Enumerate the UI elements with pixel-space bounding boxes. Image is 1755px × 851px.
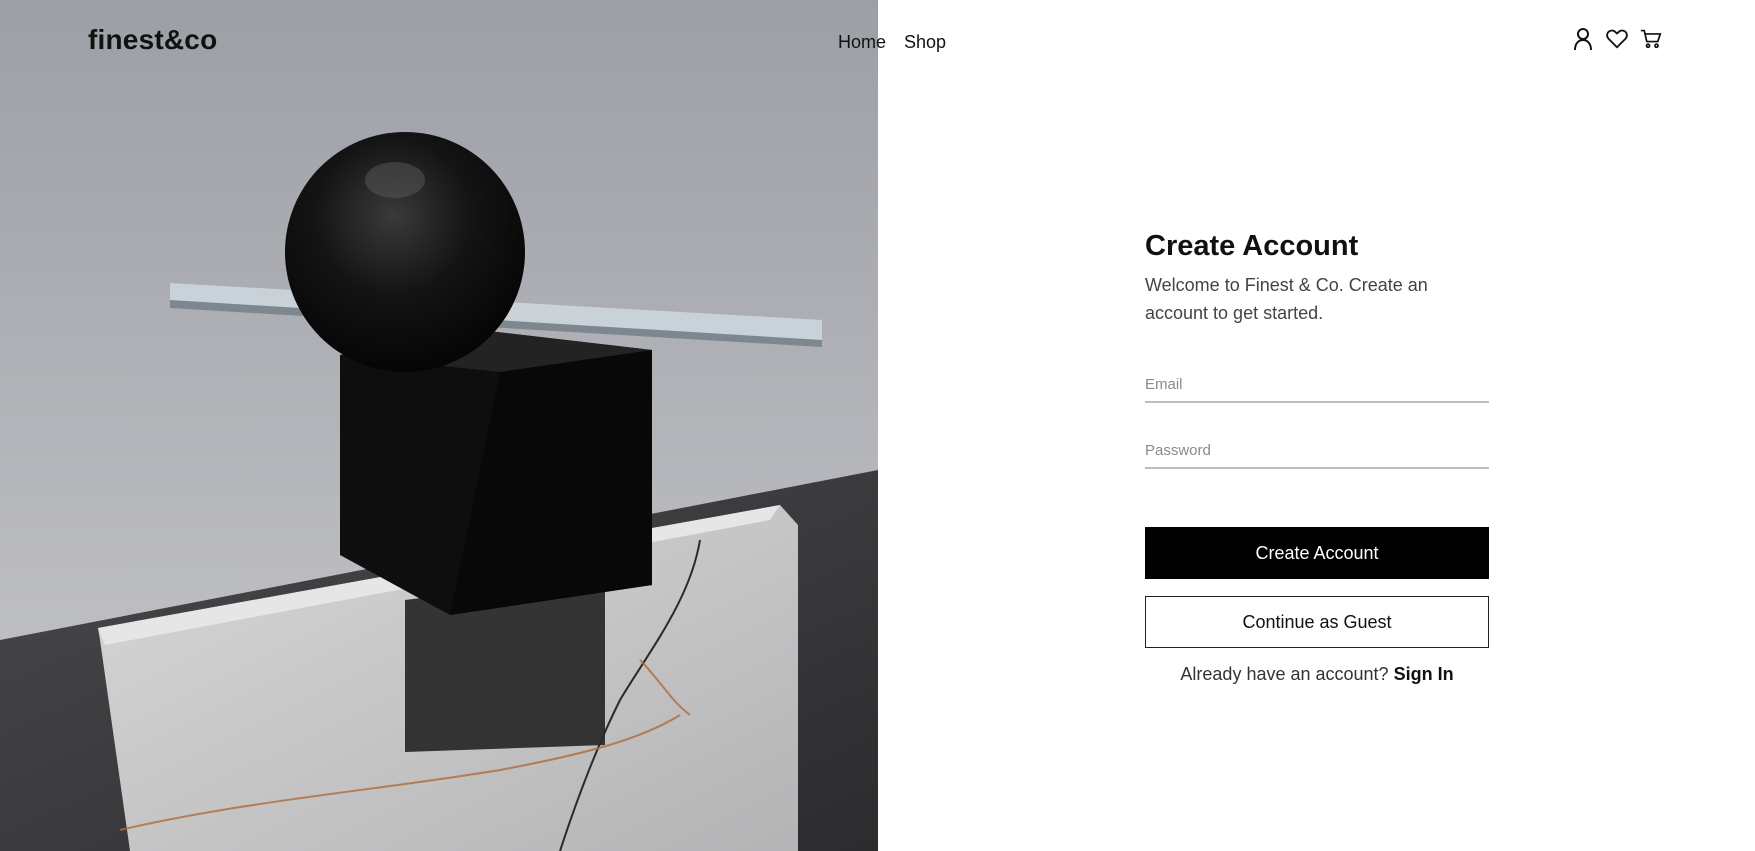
site-header: finest&co Home Shop: [0, 0, 1755, 86]
page-subtitle: Welcome to Finest & Co. Create an accoun…: [1145, 275, 1428, 323]
heart-icon[interactable]: [1606, 26, 1628, 52]
email-field[interactable]: [1145, 376, 1489, 403]
email-field-wrapper: [1145, 376, 1489, 403]
continue-as-guest-button[interactable]: Continue as Guest: [1145, 596, 1489, 648]
site-logo[interactable]: finest&co: [88, 24, 217, 56]
user-icon[interactable]: [1572, 26, 1594, 52]
password-field[interactable]: [1145, 442, 1489, 469]
signin-row: Already have an account? Sign In: [1145, 664, 1489, 685]
main-nav: Home Shop: [838, 32, 946, 53]
header-icons: [1572, 26, 1662, 52]
nav-home-link[interactable]: Home: [838, 32, 886, 53]
create-account-button[interactable]: Create Account: [1145, 527, 1489, 579]
cart-icon[interactable]: [1640, 26, 1662, 52]
signin-link[interactable]: Sign In: [1394, 664, 1454, 684]
page-title: Create Account: [1145, 230, 1359, 262]
password-field-wrapper: [1145, 442, 1489, 469]
hero-image: [0, 0, 878, 851]
nav-shop-link[interactable]: Shop: [904, 32, 946, 53]
signin-prompt: Already have an account?: [1180, 664, 1389, 684]
create-account-form: Create Account Welcome to Finest & Co. C…: [1145, 230, 1489, 684]
